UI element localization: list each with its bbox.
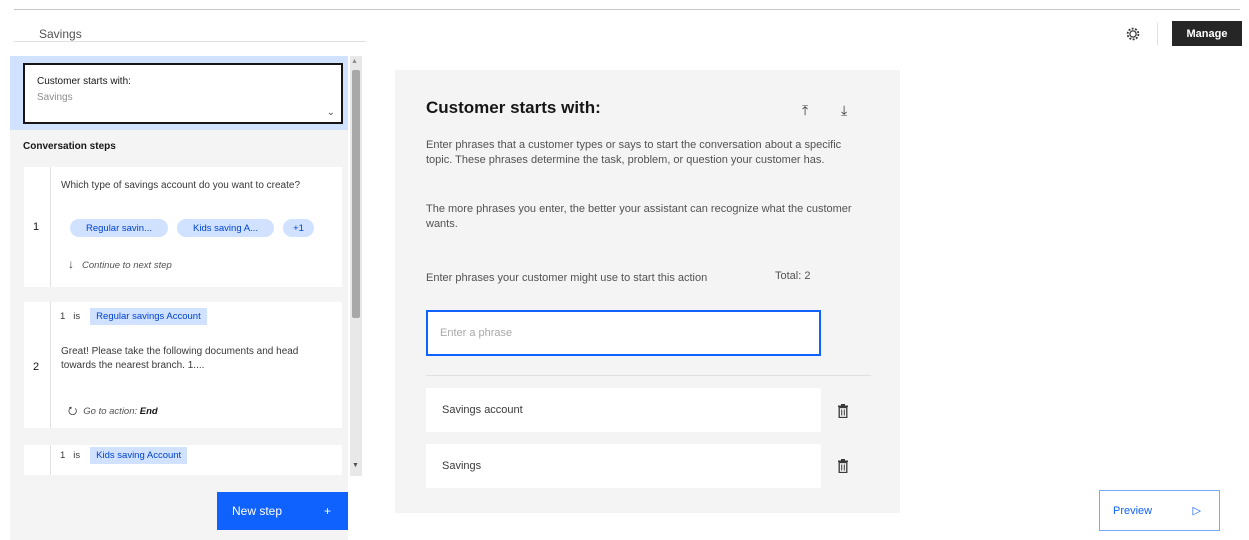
step-divider [50, 445, 51, 475]
phrase-input[interactable] [426, 310, 821, 356]
steps-heading: Conversation steps [23, 141, 116, 152]
step-card-2[interactable]: 2 1 is Regular savings Account Great! Pl… [24, 302, 342, 428]
preview-label: Preview [1113, 504, 1153, 517]
header-divider [14, 41, 366, 42]
condition-value-tag: Regular savings Account [90, 308, 207, 325]
goto-prefix: Go to action: [83, 406, 138, 417]
customer-starts-editor: Customer starts with: ⤒ ⤓ Enter phrases … [395, 70, 900, 513]
editor-description: Enter phrases that a customer types or s… [426, 139, 842, 166]
play-outline-icon: ▷ [1192, 505, 1201, 517]
goto-action-indicator: ⭮ Go to action: End [68, 402, 158, 421]
top-bar: Savings Manage [0, 10, 1249, 52]
gear-icon[interactable] [1124, 25, 1142, 43]
toolbar-separator [1157, 23, 1158, 45]
preview-button[interactable]: Preview ▷ [1099, 490, 1220, 531]
step-condition: 1 is Regular savings Account [60, 308, 207, 325]
jump-icon: ⭮ [68, 405, 78, 417]
condition-value-tag: Kids saving Account [90, 447, 188, 464]
editor-hint: The more phrases you enter, the better y… [426, 203, 852, 230]
option-tag[interactable]: Regular savin... [70, 219, 168, 237]
action-title: Savings [39, 27, 82, 41]
step-number: 2 [33, 361, 40, 373]
manage-button[interactable]: Manage [1172, 21, 1242, 46]
step-question-text: Which type of savings account do you wan… [61, 180, 301, 191]
scroll-down-icon[interactable]: ▼ [352, 462, 359, 469]
option-tag[interactable]: Kids saving A... [177, 219, 274, 237]
new-step-button[interactable]: New step + [217, 492, 348, 530]
chevron-down-icon: ⌄ [326, 107, 335, 118]
next-step-indicator: ↓ Continue to next step [68, 257, 172, 271]
step-response-text: Great! Please take the following documen… [61, 346, 299, 371]
step-number: 1 [33, 221, 40, 233]
condition-operator: is [73, 450, 81, 461]
customer-starts-title: Customer starts with: [37, 76, 131, 87]
download-icon[interactable]: ⤓ [841, 102, 847, 119]
phrase-input-label: Enter phrases your customer might use to… [426, 272, 708, 284]
conversation-steps-panel: Customer starts with: Savings ⌄ ▲ ▼ Conv… [10, 56, 368, 540]
scrollbar-thumb[interactable] [352, 70, 360, 318]
step-divider [50, 302, 51, 428]
next-step-text: Continue to next step [82, 260, 172, 271]
step-divider [50, 167, 51, 287]
phrase-divider [426, 375, 871, 376]
editor-title: Customer starts with: [426, 98, 601, 117]
phrase-item[interactable]: Savings [426, 444, 821, 488]
new-step-label: New step [232, 504, 283, 518]
scroll-up-icon[interactable]: ▲ [351, 58, 358, 65]
phrase-item[interactable]: Savings account [426, 388, 821, 432]
step-card-1[interactable]: 1 Which type of savings account do you w… [24, 167, 342, 287]
condition-step-ref: 1 [60, 450, 66, 461]
arrow-down-icon: ↓ [68, 257, 74, 271]
goto-target: End [139, 406, 158, 417]
condition-step-ref: 1 [60, 311, 66, 322]
step-card-3[interactable]: 1 is Kids saving Account [24, 445, 342, 475]
trash-icon[interactable] [837, 459, 849, 473]
step-condition: 1 is Kids saving Account [60, 447, 188, 464]
more-options-tag[interactable]: +1 [283, 219, 314, 237]
customer-starts-card[interactable]: Customer starts with: Savings ⌄ [23, 63, 343, 124]
customer-starts-subtitle: Savings [37, 92, 73, 103]
plus-icon: + [323, 504, 331, 518]
upload-icon[interactable]: ⤒ [802, 102, 808, 119]
phrase-total: Total: 2 [775, 270, 811, 282]
condition-operator: is [73, 311, 81, 322]
trash-icon[interactable] [837, 404, 849, 418]
